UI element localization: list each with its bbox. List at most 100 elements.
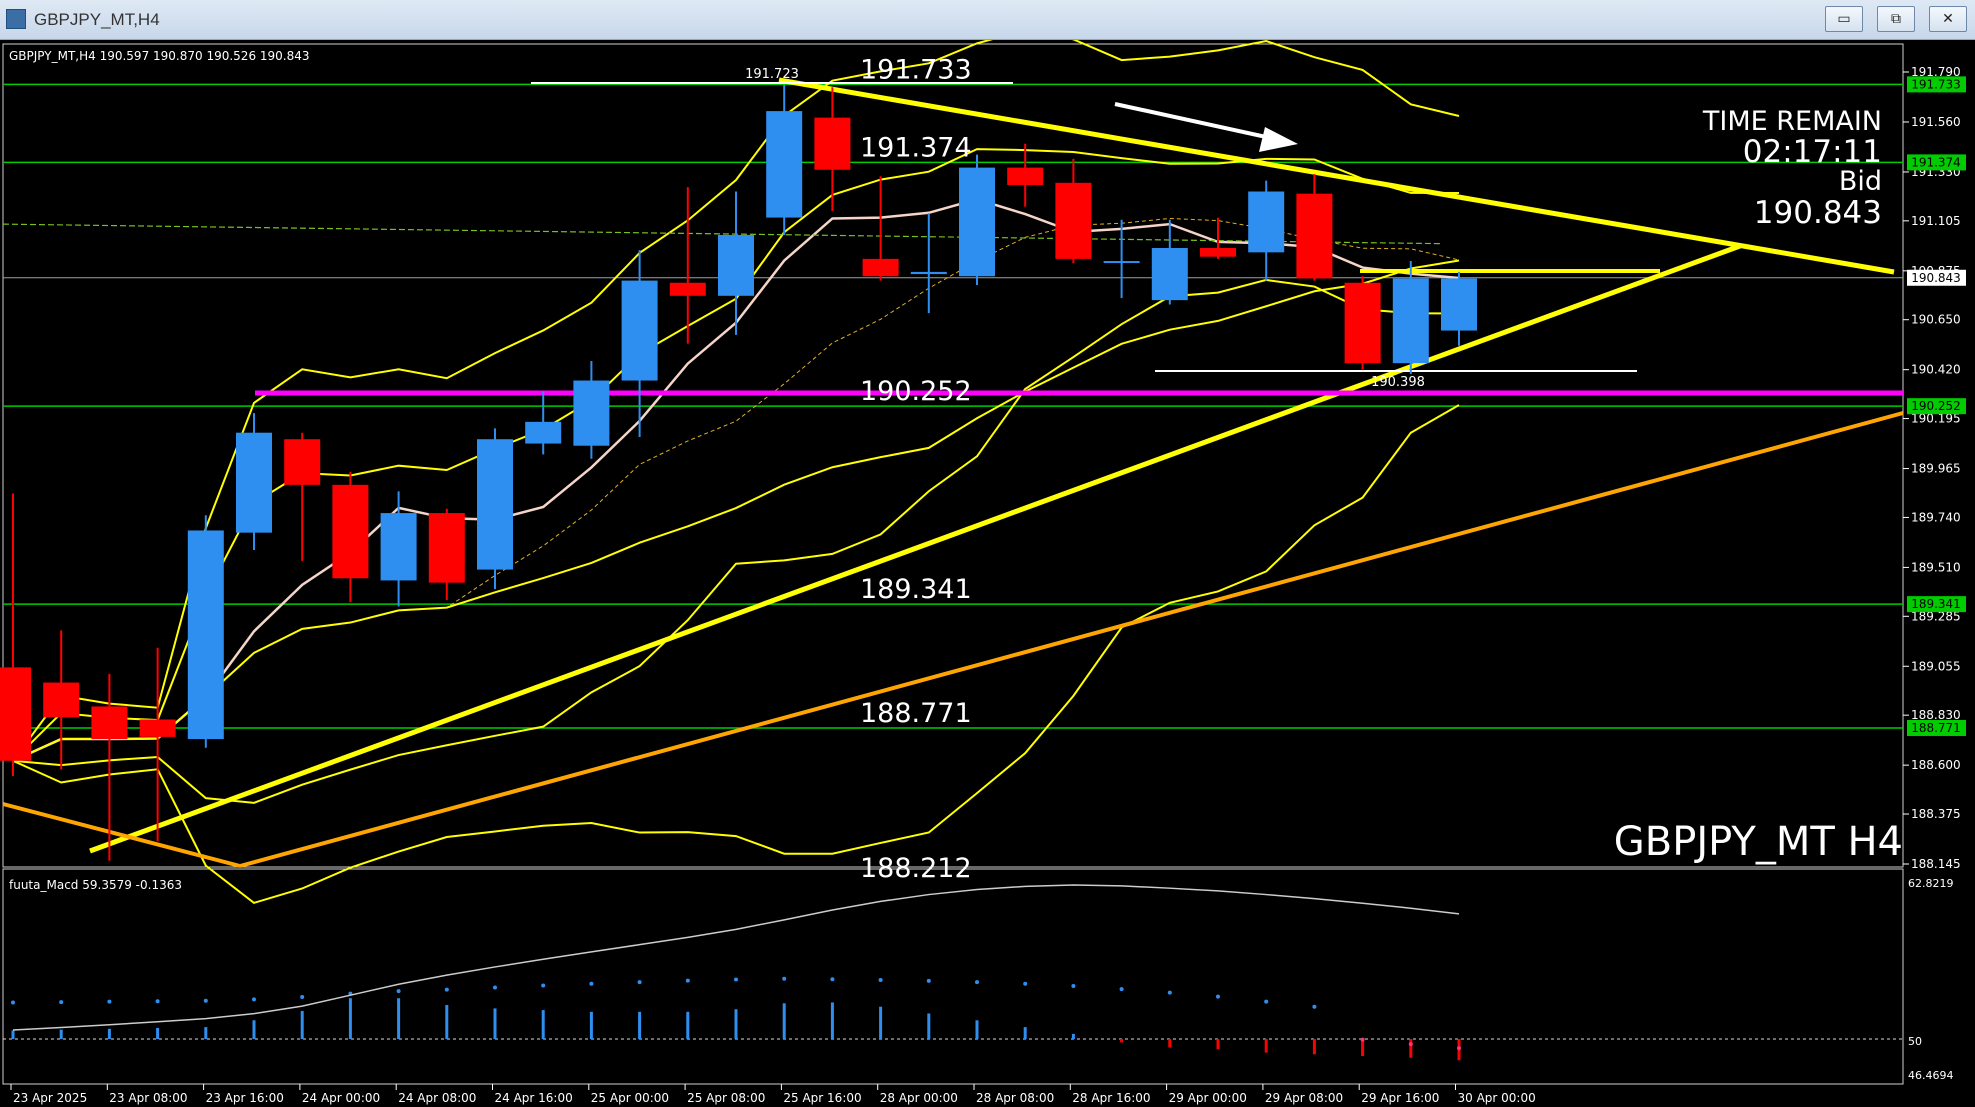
bearish-candle	[669, 282, 706, 296]
macd-signal-dot	[1071, 984, 1076, 989]
bid-value: 190.843	[1754, 195, 1882, 231]
level-label: 191.733	[860, 54, 972, 85]
bearish-candle	[1007, 167, 1044, 185]
time-tick-label: 25 Apr 16:00	[783, 1091, 861, 1105]
bearish-candle	[814, 117, 851, 170]
time-tick-label: 28 Apr 00:00	[880, 1091, 958, 1105]
bullish-candle	[1392, 278, 1429, 364]
macd-scale-top: 62.8219	[1908, 877, 1954, 890]
price-tick-label: 190.420	[1911, 363, 1961, 377]
price-tick-label: 188.375	[1911, 807, 1961, 821]
time-tick-label: 25 Apr 08:00	[687, 1091, 765, 1105]
price-tick-label: 189.055	[1911, 659, 1961, 673]
bearish-candle	[428, 513, 465, 583]
small-price-label: 191.723	[745, 67, 799, 82]
small-price-label: 190.398	[1371, 375, 1425, 390]
macd-signal-dot	[252, 997, 256, 1002]
time-remain-value: 02:17:11	[1743, 134, 1882, 170]
time-tick-label: 24 Apr 00:00	[302, 1091, 380, 1105]
macd-signal-dot	[11, 1000, 15, 1005]
bearish-candle	[1296, 193, 1333, 279]
macd-signal-dot	[493, 985, 497, 990]
price-tick-label: 188.600	[1911, 758, 1961, 772]
time-tick-label: 23 Apr 2025	[13, 1091, 87, 1105]
time-tick-label: 29 Apr 00:00	[1169, 1091, 1247, 1105]
close-button[interactable]: ✕	[1929, 6, 1967, 32]
macd-signal-dot	[734, 977, 738, 982]
macd-signal-dot	[1312, 1004, 1317, 1009]
price-chart[interactable]: 191.733 191.374 190.252 189.341 188.771 191.7…	[0, 40, 1975, 1107]
time-tick-label: 28 Apr 16:00	[1072, 1091, 1150, 1105]
price-tick-label: 189.740	[1911, 510, 1961, 524]
macd-signal-dot	[637, 980, 642, 985]
bearish-candle	[43, 682, 80, 718]
macd-signal-dot	[444, 987, 449, 992]
macd-signal-dot	[782, 976, 787, 981]
time-tick-label: 29 Apr 16:00	[1361, 1091, 1439, 1105]
partial-level-label: 188.212	[860, 853, 972, 884]
level-label: 188.771	[860, 698, 972, 729]
bullish-candle	[959, 167, 995, 277]
bullish-candle	[1103, 261, 1140, 264]
chart-window-icon	[6, 9, 26, 29]
price-axis-badge-label: 191.733	[1911, 77, 1961, 91]
time-remain-label: TIME REMAIN	[1702, 106, 1882, 137]
price-axis-badge-label: 190.843	[1911, 271, 1961, 285]
price-tick-label: 190.650	[1911, 313, 1961, 327]
time-tick-label: 24 Apr 08:00	[398, 1091, 476, 1105]
bearish-candle	[284, 439, 321, 485]
price-axis-badge-label: 190.252	[1911, 399, 1961, 413]
minimize-button[interactable]: ▭	[1825, 6, 1863, 32]
macd-signal-dot	[1216, 994, 1220, 999]
price-tick-label: 188.145	[1911, 857, 1961, 871]
macd-signal-dot	[107, 999, 112, 1004]
bearish-candle	[862, 258, 899, 277]
bullish-candle	[525, 421, 562, 444]
bid-label: Bid	[1839, 166, 1882, 197]
macd-signal-dot	[1023, 981, 1028, 986]
symbol-watermark: GBPJPY_MT H4	[1614, 819, 1903, 865]
bullish-candle	[1441, 278, 1477, 331]
macd-signal-dot	[1408, 1042, 1413, 1047]
bullish-candle	[766, 111, 803, 218]
bullish-candle	[236, 432, 272, 533]
price-axis-badge-label: 191.374	[1911, 155, 1961, 169]
macd-signal-dot	[541, 983, 546, 988]
restore-button[interactable]: ⧉	[1877, 6, 1915, 32]
bullish-candle	[187, 530, 224, 740]
time-tick-label: 23 Apr 16:00	[206, 1091, 284, 1105]
macd-label: fuuta_Macd 59.3579 -0.1363	[9, 878, 182, 892]
macd-signal-dot	[1360, 1037, 1365, 1042]
bearish-candle	[1200, 248, 1236, 257]
macd-signal-dot	[203, 998, 208, 1003]
bullish-candle	[718, 234, 754, 296]
macd-signal-dot	[830, 977, 835, 982]
chart-header: GBPJPY_MT,H4 190.597 190.870 190.526 190…	[9, 49, 310, 63]
macd-signal-dot	[1457, 1046, 1461, 1051]
bullish-candle	[910, 271, 947, 275]
macd-signal-dot	[926, 978, 931, 983]
macd-signal-dot	[300, 995, 305, 1000]
macd-signal-dot	[155, 999, 160, 1004]
macd-signal-dot	[1264, 999, 1269, 1004]
bearish-candle	[139, 719, 176, 737]
time-tick-label: 29 Apr 08:00	[1265, 1091, 1343, 1105]
price-axis-badge-label: 189.341	[1911, 597, 1961, 611]
macd-signal-dot	[396, 989, 401, 994]
bullish-candle	[621, 280, 658, 381]
bullish-candle	[1151, 248, 1188, 301]
price-tick-label: 189.965	[1911, 462, 1961, 476]
bullish-candle	[380, 513, 417, 581]
time-tick-label: 25 Apr 00:00	[591, 1091, 669, 1105]
macd-signal-dot	[685, 978, 690, 983]
time-tick-label: 28 Apr 08:00	[976, 1091, 1054, 1105]
bearish-candle	[332, 484, 369, 579]
macd-signal-dot	[1119, 987, 1124, 992]
window-titlebar[interactable]: GBPJPY_MT,H4 ▭ ⧉ ✕	[0, 0, 1975, 40]
bearish-candle	[1055, 182, 1092, 259]
price-tick-label: 189.510	[1911, 560, 1961, 574]
macd-signal-dot	[589, 981, 594, 986]
macd-signal-dot	[878, 978, 883, 983]
level-label: 189.341	[860, 574, 972, 605]
price-tick-label: 191.560	[1911, 115, 1961, 129]
